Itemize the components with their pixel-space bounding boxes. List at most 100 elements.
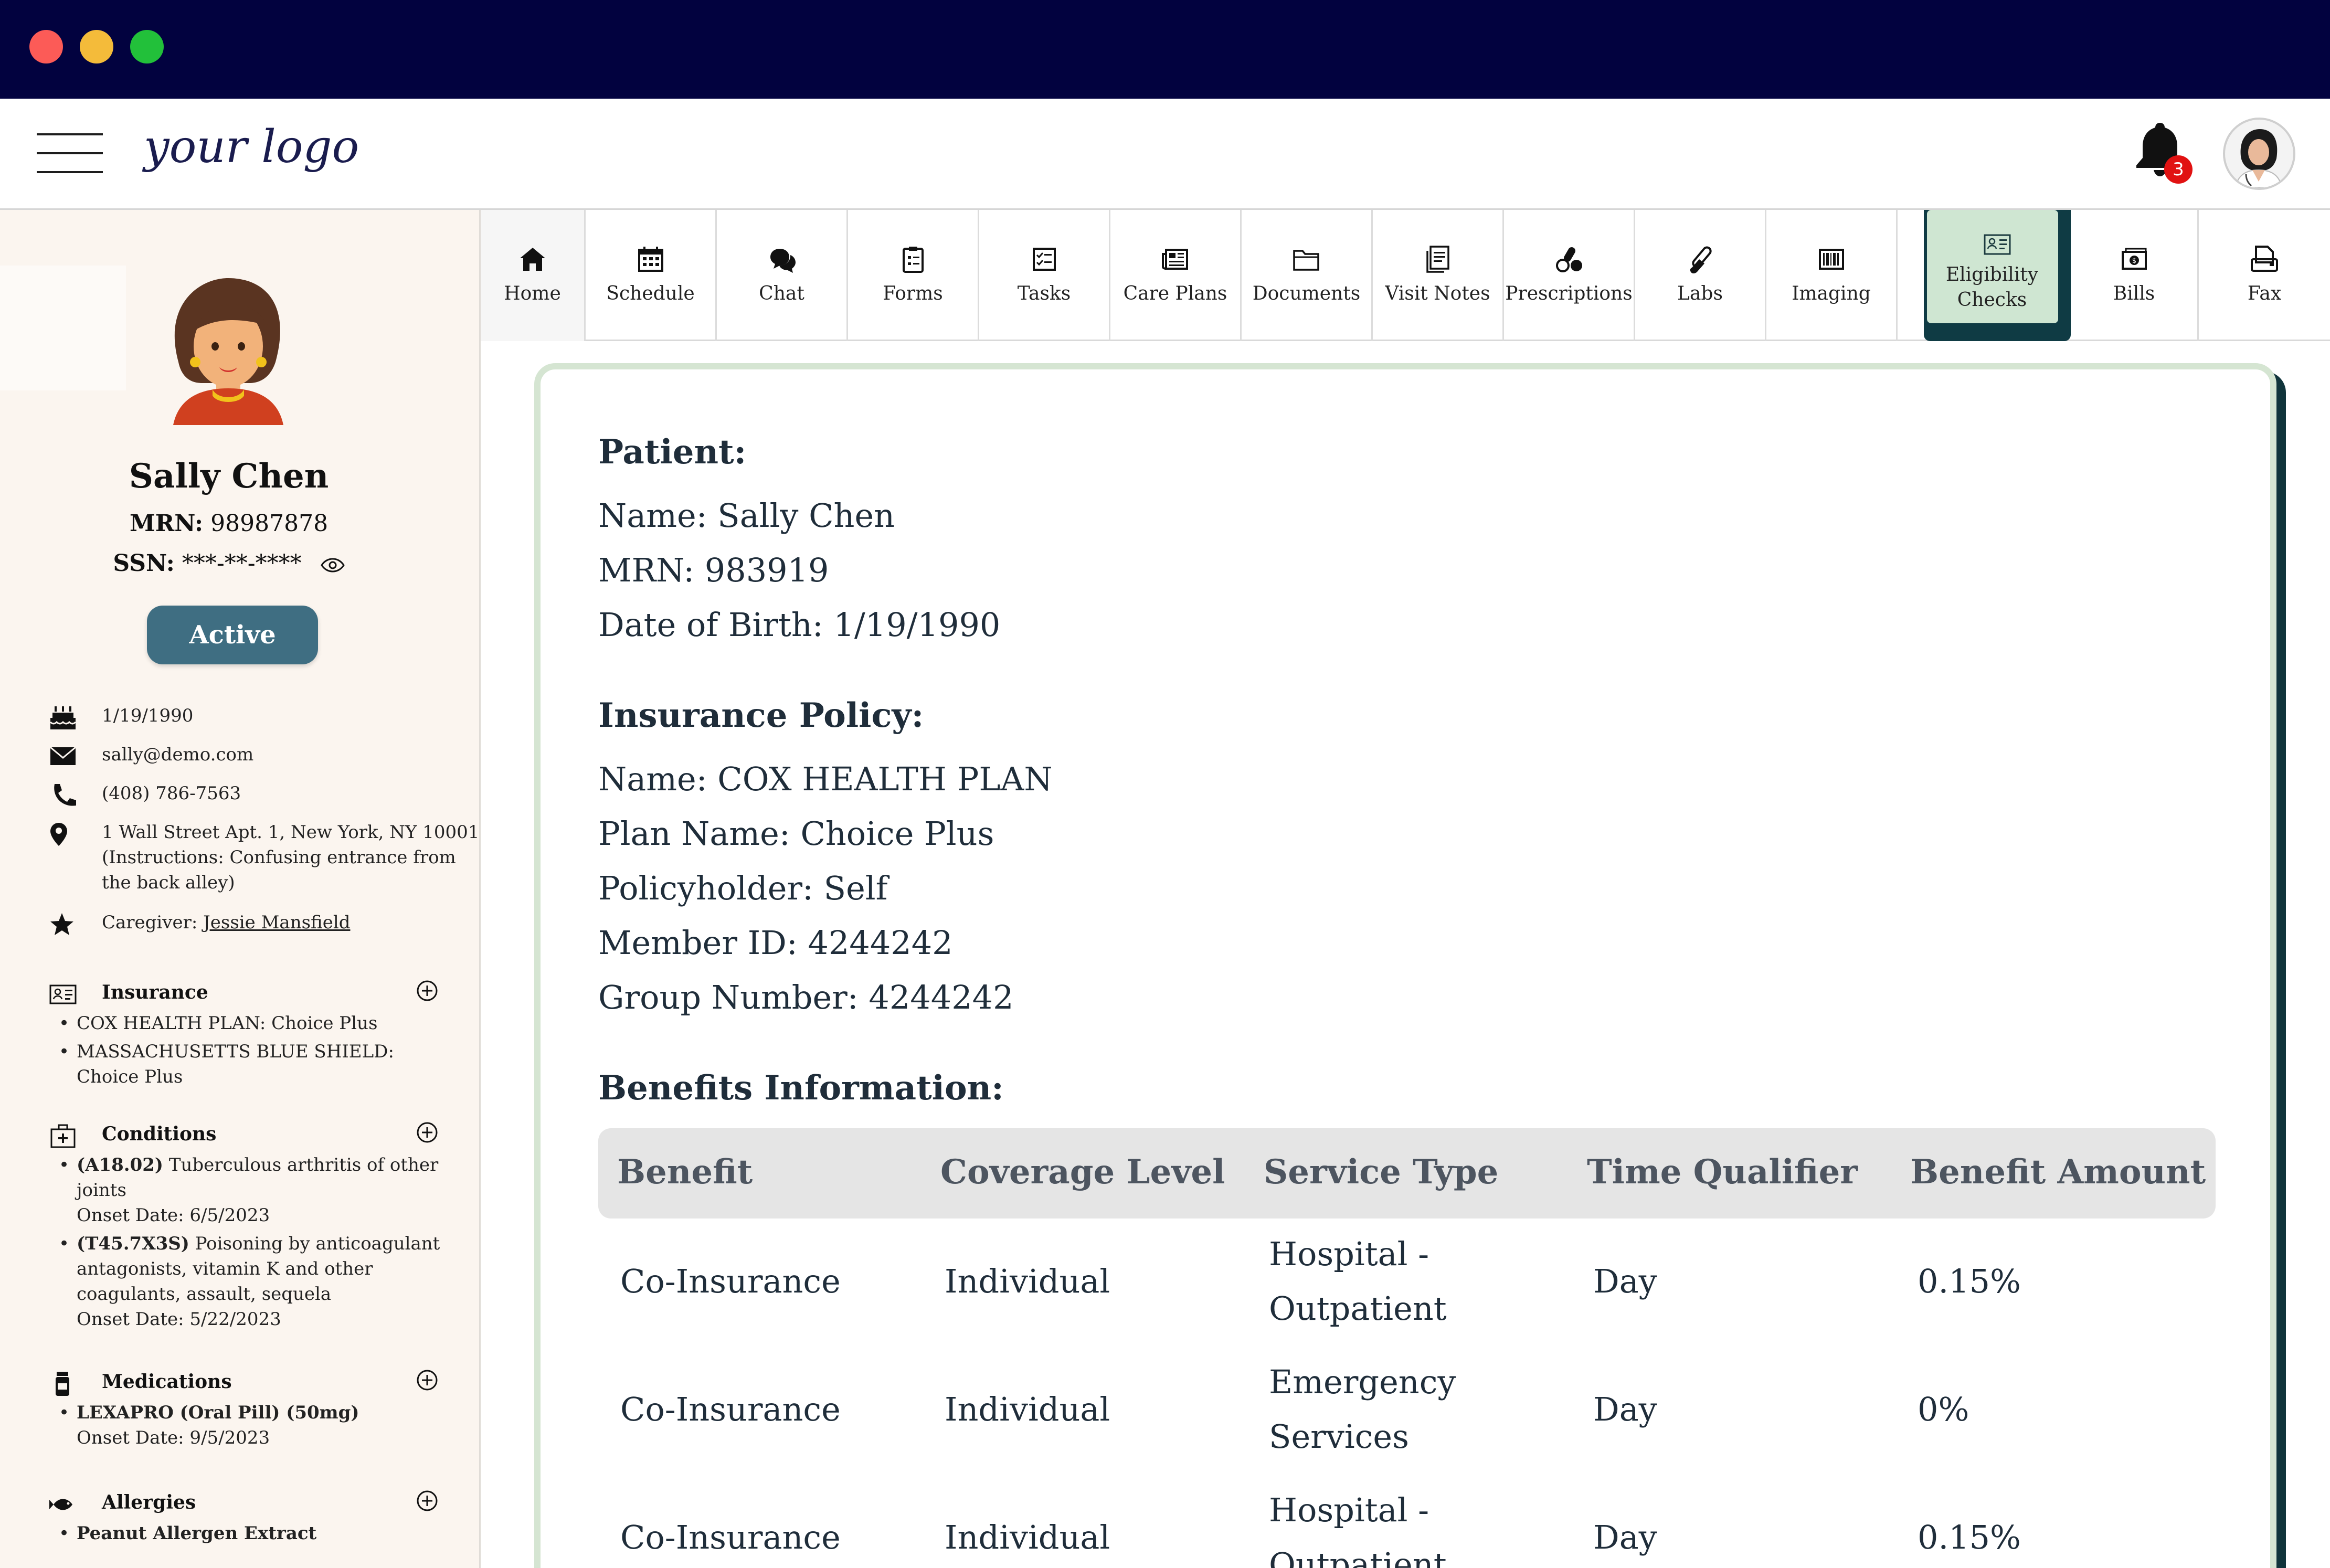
- close-window-button[interactable]: [29, 30, 63, 63]
- tab-prescriptions[interactable]: Prescriptions: [1504, 210, 1635, 341]
- tab-eligibility-checks[interactable]: Eligibility Checks: [1924, 210, 2071, 341]
- tab-label: Labs: [1677, 283, 1723, 304]
- patient-name: Sally Chen: [129, 457, 329, 496]
- patient-sidebar: Sally Chen MRN: 98987878 SSN: ***-**-***…: [0, 210, 481, 1568]
- insurance-section: Insurance COX HEALTH PLAN: Choice Plus M…: [48, 979, 447, 1093]
- allergies-section: Allergies Peanut Allergen Extract: [48, 1489, 447, 1549]
- svg-text:$: $: [2132, 257, 2136, 265]
- notifications-button[interactable]: 3: [2134, 120, 2193, 188]
- list-item: (T45.7X3S) Poisoning by anticoagulant an…: [59, 1231, 447, 1332]
- patient-avatar: [157, 273, 299, 425]
- policy-heading: Insurance Policy:: [598, 696, 924, 735]
- column-header[interactable]: Service Type: [1264, 1152, 1498, 1192]
- benefits-heading: Benefits Information:: [598, 1068, 1004, 1108]
- column-header[interactable]: Benefit: [617, 1152, 753, 1192]
- table-cell: 0%: [1918, 1390, 1969, 1428]
- table-cell: Co-Insurance: [620, 1262, 841, 1300]
- tab-tasks[interactable]: Tasks: [979, 210, 1110, 341]
- newspaper-icon: [1161, 249, 1188, 270]
- email-value[interactable]: sally@demo.com: [102, 742, 479, 767]
- mrn-value: 98987878: [210, 510, 329, 537]
- medication-onset: Onset Date: 9/5/2023: [77, 1427, 270, 1448]
- phone-value[interactable]: (408) 786-7563: [102, 781, 479, 806]
- add-insurance-button[interactable]: [416, 979, 439, 1002]
- tab-fax[interactable]: Fax: [2199, 210, 2330, 341]
- add-medication-button[interactable]: [416, 1369, 439, 1392]
- patient-ssn: SSN: ***-**-****: [0, 550, 458, 577]
- table-cell: Emergency Services: [1269, 1363, 1456, 1456]
- add-condition-button[interactable]: [416, 1121, 439, 1144]
- folder-icon: [1293, 250, 1319, 271]
- fax-icon: [2251, 246, 2278, 272]
- maximize-window-button[interactable]: [130, 30, 164, 63]
- user-avatar[interactable]: [2223, 118, 2295, 190]
- minimize-window-button[interactable]: [80, 30, 113, 63]
- fish-icon: [49, 1499, 72, 1510]
- member-id-line: Member ID: 4244242: [598, 924, 953, 962]
- star-icon: [50, 913, 73, 935]
- barcode-icon: [1818, 249, 1844, 270]
- tab-schedule[interactable]: Schedule: [586, 210, 717, 341]
- column-header[interactable]: Benefit Amount: [1910, 1152, 2206, 1192]
- list-item: MASSACHUSETTS BLUE SHIELD: Choice Plus: [59, 1039, 447, 1089]
- id-card-icon: [1984, 234, 2011, 255]
- patient-dob-line: Date of Birth: 1/19/1990: [598, 606, 1001, 644]
- checklist-icon: [1032, 248, 1056, 271]
- tab-label: Fax: [2247, 283, 2282, 304]
- pill-bottle-icon: [56, 1372, 69, 1396]
- tab-label: Prescriptions: [1505, 283, 1633, 304]
- tab-imaging[interactable]: Imaging: [1766, 210, 1898, 341]
- medical-kit-icon: [50, 1124, 76, 1148]
- conditions-title: Conditions: [102, 1123, 217, 1145]
- tab-care-plans[interactable]: Care Plans: [1110, 210, 1242, 341]
- bill-icon: $: [2121, 248, 2147, 270]
- tab-labs[interactable]: Labs: [1635, 210, 1766, 341]
- tab-label: Visit Notes: [1385, 283, 1490, 304]
- tab-label: Schedule: [606, 283, 695, 304]
- clipboard-icon: [902, 247, 924, 273]
- caregiver-value: Caregiver: Jessie Mansfield: [102, 910, 479, 935]
- table-cell: Individual: [945, 1390, 1110, 1428]
- ssn-value: ***-**-****: [182, 550, 302, 577]
- caregiver-link[interactable]: Jessie Mansfield: [203, 912, 350, 933]
- mrn-label: MRN:: [129, 510, 204, 537]
- logo: your logo: [144, 121, 359, 173]
- medications-section: Medications LEXAPRO (Oral Pill) (50mg) On…: [48, 1369, 447, 1454]
- tab-visit-notes[interactable]: Visit Notes: [1373, 210, 1504, 341]
- table-cell: Hospital - Outpatient: [1269, 1491, 1447, 1568]
- tab-label: Forms: [883, 283, 943, 304]
- table-cell: Day: [1593, 1390, 1657, 1428]
- policyholder-line: Policyholder: Self: [598, 869, 888, 907]
- column-header[interactable]: Time Qualifier: [1587, 1152, 1858, 1192]
- tab-chat[interactable]: Chat: [717, 210, 848, 341]
- tab-documents[interactable]: Documents: [1242, 210, 1373, 341]
- calendar-icon: [638, 247, 663, 272]
- tab-bills[interactable]: $ Bills: [2071, 210, 2199, 341]
- caregiver-label: Caregiver:: [102, 912, 198, 933]
- eye-icon[interactable]: [320, 557, 345, 573]
- tab-home[interactable]: Home: [481, 210, 586, 341]
- menu-icon[interactable]: [37, 133, 103, 173]
- status-badge[interactable]: Active: [147, 606, 318, 664]
- policy-name-line: Name: COX HEALTH PLAN: [598, 760, 1053, 798]
- test-tube-icon: [1690, 246, 1712, 273]
- condition-code: (A18.02): [77, 1154, 164, 1175]
- tab-label: Imaging: [1792, 283, 1871, 304]
- mail-icon: [50, 746, 76, 765]
- list-item: Peanut Allergen Extract: [59, 1521, 447, 1546]
- table-cell: Individual: [945, 1518, 1110, 1556]
- plan-name-line: Plan Name: Choice Plus: [598, 814, 994, 853]
- list-item: (A18.02) Tuberculous arthritis of other …: [59, 1152, 447, 1228]
- location-pin-icon: [50, 823, 67, 846]
- medication-name: LEXAPRO (Oral Pill) (50mg): [77, 1402, 359, 1423]
- column-header[interactable]: Coverage Level: [940, 1152, 1225, 1192]
- id-card-icon: [49, 984, 77, 1004]
- tab-forms[interactable]: Forms: [848, 210, 979, 341]
- dob-value: 1/19/1990: [102, 705, 194, 726]
- condition-onset: Onset Date: 6/5/2023: [77, 1205, 270, 1226]
- allergy-name: Peanut Allergen Extract: [77, 1523, 317, 1544]
- home-icon: [520, 248, 545, 271]
- tab-label: Eligibility Checks: [1945, 264, 2039, 311]
- tab-label: Chat: [759, 283, 804, 304]
- add-allergy-button[interactable]: [416, 1489, 439, 1512]
